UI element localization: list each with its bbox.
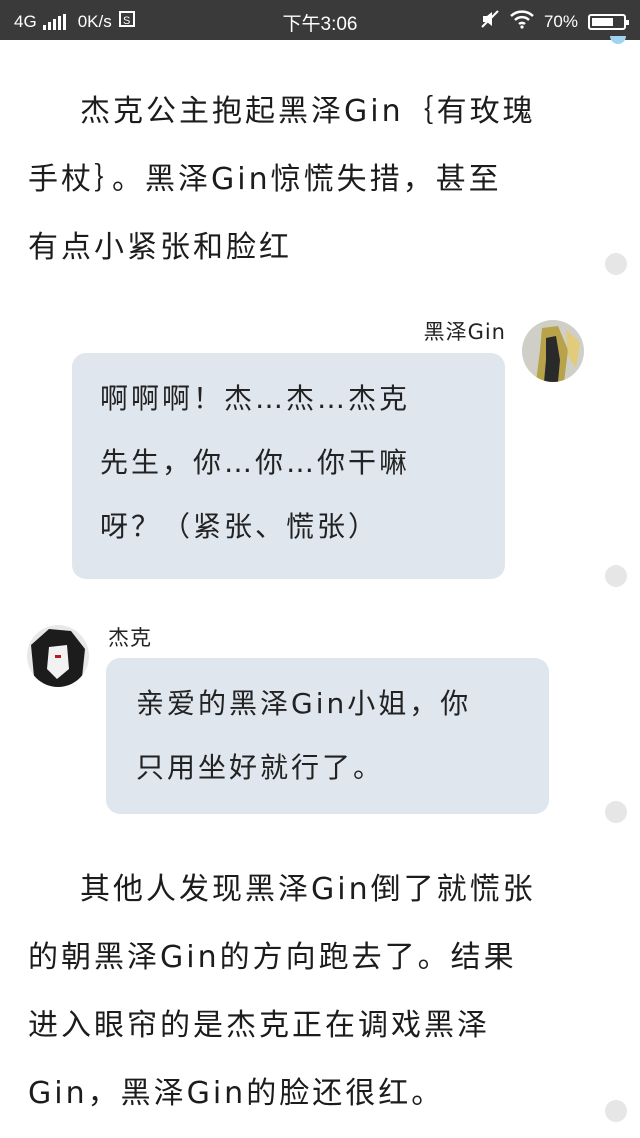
avatar[interactable] <box>27 625 89 687</box>
status-bar: 4G 0K/s S 下午3:06 70% <box>0 0 640 40</box>
battery-percent: 70% <box>543 11 578 31</box>
sender-name: 黑泽Gin <box>423 320 506 344</box>
battery-fill <box>592 17 613 26</box>
status-right: 70% <box>480 9 629 34</box>
scroll-indicator <box>610 36 626 44</box>
paragraph-line: 其他人发现黑泽Gin倒了就慌张 <box>80 872 536 907</box>
message-bubble: 啊啊啊！杰…杰…杰克 先生，你…你…你干嘛 呀？（紧张、慌张） <box>72 353 505 579</box>
message-line: 先生，你…你…你干嘛 <box>100 446 411 479</box>
paragraph-line: 杰克公主抱起黑泽Gin｛有玫瑰 <box>80 94 536 129</box>
avatar-image <box>522 320 584 382</box>
side-dot[interactable] <box>605 1100 627 1122</box>
side-dot[interactable] <box>605 253 627 275</box>
paragraph-line: Gin，黑泽Gin的脸还很红。 <box>28 1076 445 1111</box>
wifi-icon <box>510 9 534 34</box>
paragraph-line: 进入眼帘的是杰克正在调戏黑泽 <box>28 1008 490 1043</box>
message-bubble: 亲爱的黑泽Gin小姐，你 只用坐好就行了。 <box>106 658 549 814</box>
sender-name: 杰克 <box>108 626 152 650</box>
avatar-image <box>27 625 89 687</box>
message-line: 亲爱的黑泽Gin小姐，你 <box>136 687 472 720</box>
paragraph-line: 的朝黑泽Gin的方向跑去了。结果 <box>28 940 517 975</box>
battery-icon <box>588 13 629 30</box>
story-paragraph-2: 其他人发现黑泽Gin倒了就慌张 的朝黑泽Gin的方向跑去了。结果 进入眼帘的是杰… <box>28 856 588 1128</box>
message-line: 啊啊啊！杰…杰…杰克 <box>100 382 411 415</box>
story-paragraph-1: 杰克公主抱起黑泽Gin｛有玫瑰 手杖｝。黑泽Gin惊慌失措，甚至 有点小紧张和脸… <box>28 78 588 282</box>
paragraph-line: 有点小紧张和脸红 <box>28 230 292 265</box>
side-dot[interactable] <box>605 565 627 587</box>
paragraph-line: 手杖｝。黑泽Gin惊慌失措，甚至 <box>28 162 502 197</box>
message-line: 只用坐好就行了。 <box>136 751 385 784</box>
side-dot[interactable] <box>605 801 627 823</box>
mute-icon <box>480 9 500 34</box>
avatar[interactable] <box>522 320 584 382</box>
message-line: 呀？（紧张、慌张） <box>100 510 380 543</box>
